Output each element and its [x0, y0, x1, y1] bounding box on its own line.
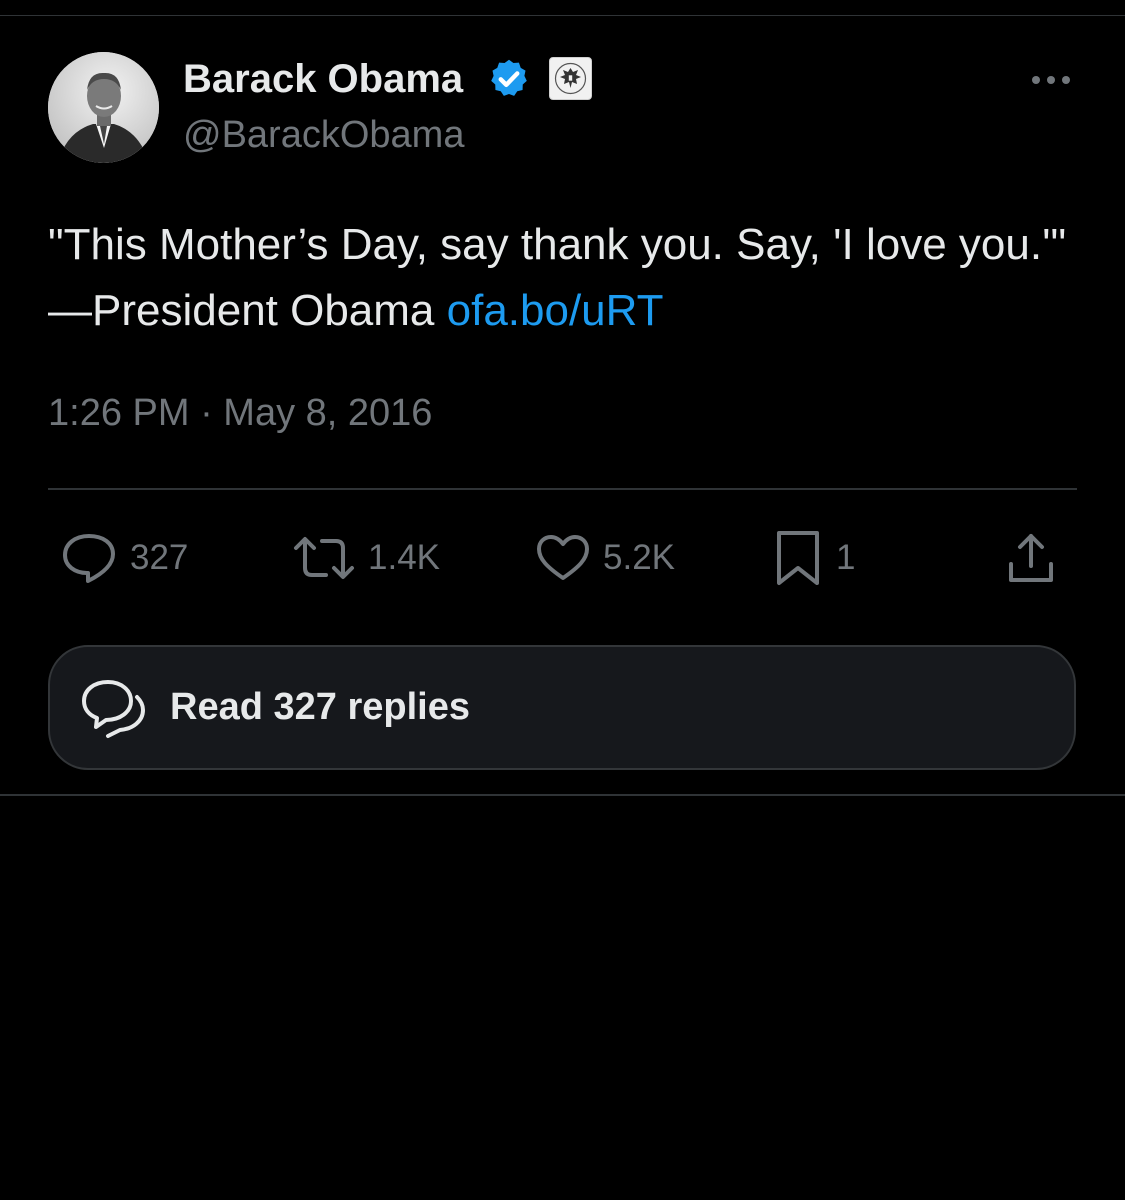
conversation-icon [82, 679, 145, 738]
retweet-icon [294, 537, 354, 579]
bottom-divider [0, 794, 1125, 796]
read-replies-button[interactable]: Read 327 replies [48, 645, 1076, 770]
avatar-photo [48, 52, 159, 163]
tweet-text: "This Mother’s Day, say thank you. Say, … [48, 212, 1078, 344]
heart-icon [537, 535, 589, 580]
bookmark-count: 1 [836, 538, 856, 577]
read-replies-label: Read 327 replies [170, 686, 470, 728]
retweet-button[interactable]: 1.4K [292, 528, 440, 588]
verified-badge-icon[interactable] [487, 57, 531, 101]
reply-icon [63, 534, 115, 583]
bookmark-button[interactable]: 1 [772, 528, 855, 588]
tweet-timestamp[interactable]: 1:26 PM · May 8, 2016 [48, 390, 432, 436]
reply-button[interactable]: 327 [60, 528, 188, 588]
like-count: 5.2K [603, 538, 675, 577]
display-name[interactable]: Barack Obama [183, 56, 463, 102]
user-handle[interactable]: @BarackObama [183, 112, 464, 158]
bookmark-icon [777, 531, 819, 585]
share-button[interactable] [1003, 528, 1059, 588]
government-seal-icon[interactable] [549, 57, 592, 100]
retweet-count: 1.4K [368, 538, 440, 577]
reply-count: 327 [130, 538, 189, 577]
share-icon [1009, 534, 1053, 582]
divider [48, 488, 1077, 490]
top-divider [0, 15, 1125, 16]
more-options-icon[interactable] [1028, 68, 1074, 92]
like-button[interactable]: 5.2K [535, 528, 675, 588]
avatar[interactable] [48, 52, 159, 163]
tweet-link[interactable]: ofa.bo/uRT [447, 286, 664, 335]
eagle-seal-icon [554, 62, 587, 95]
